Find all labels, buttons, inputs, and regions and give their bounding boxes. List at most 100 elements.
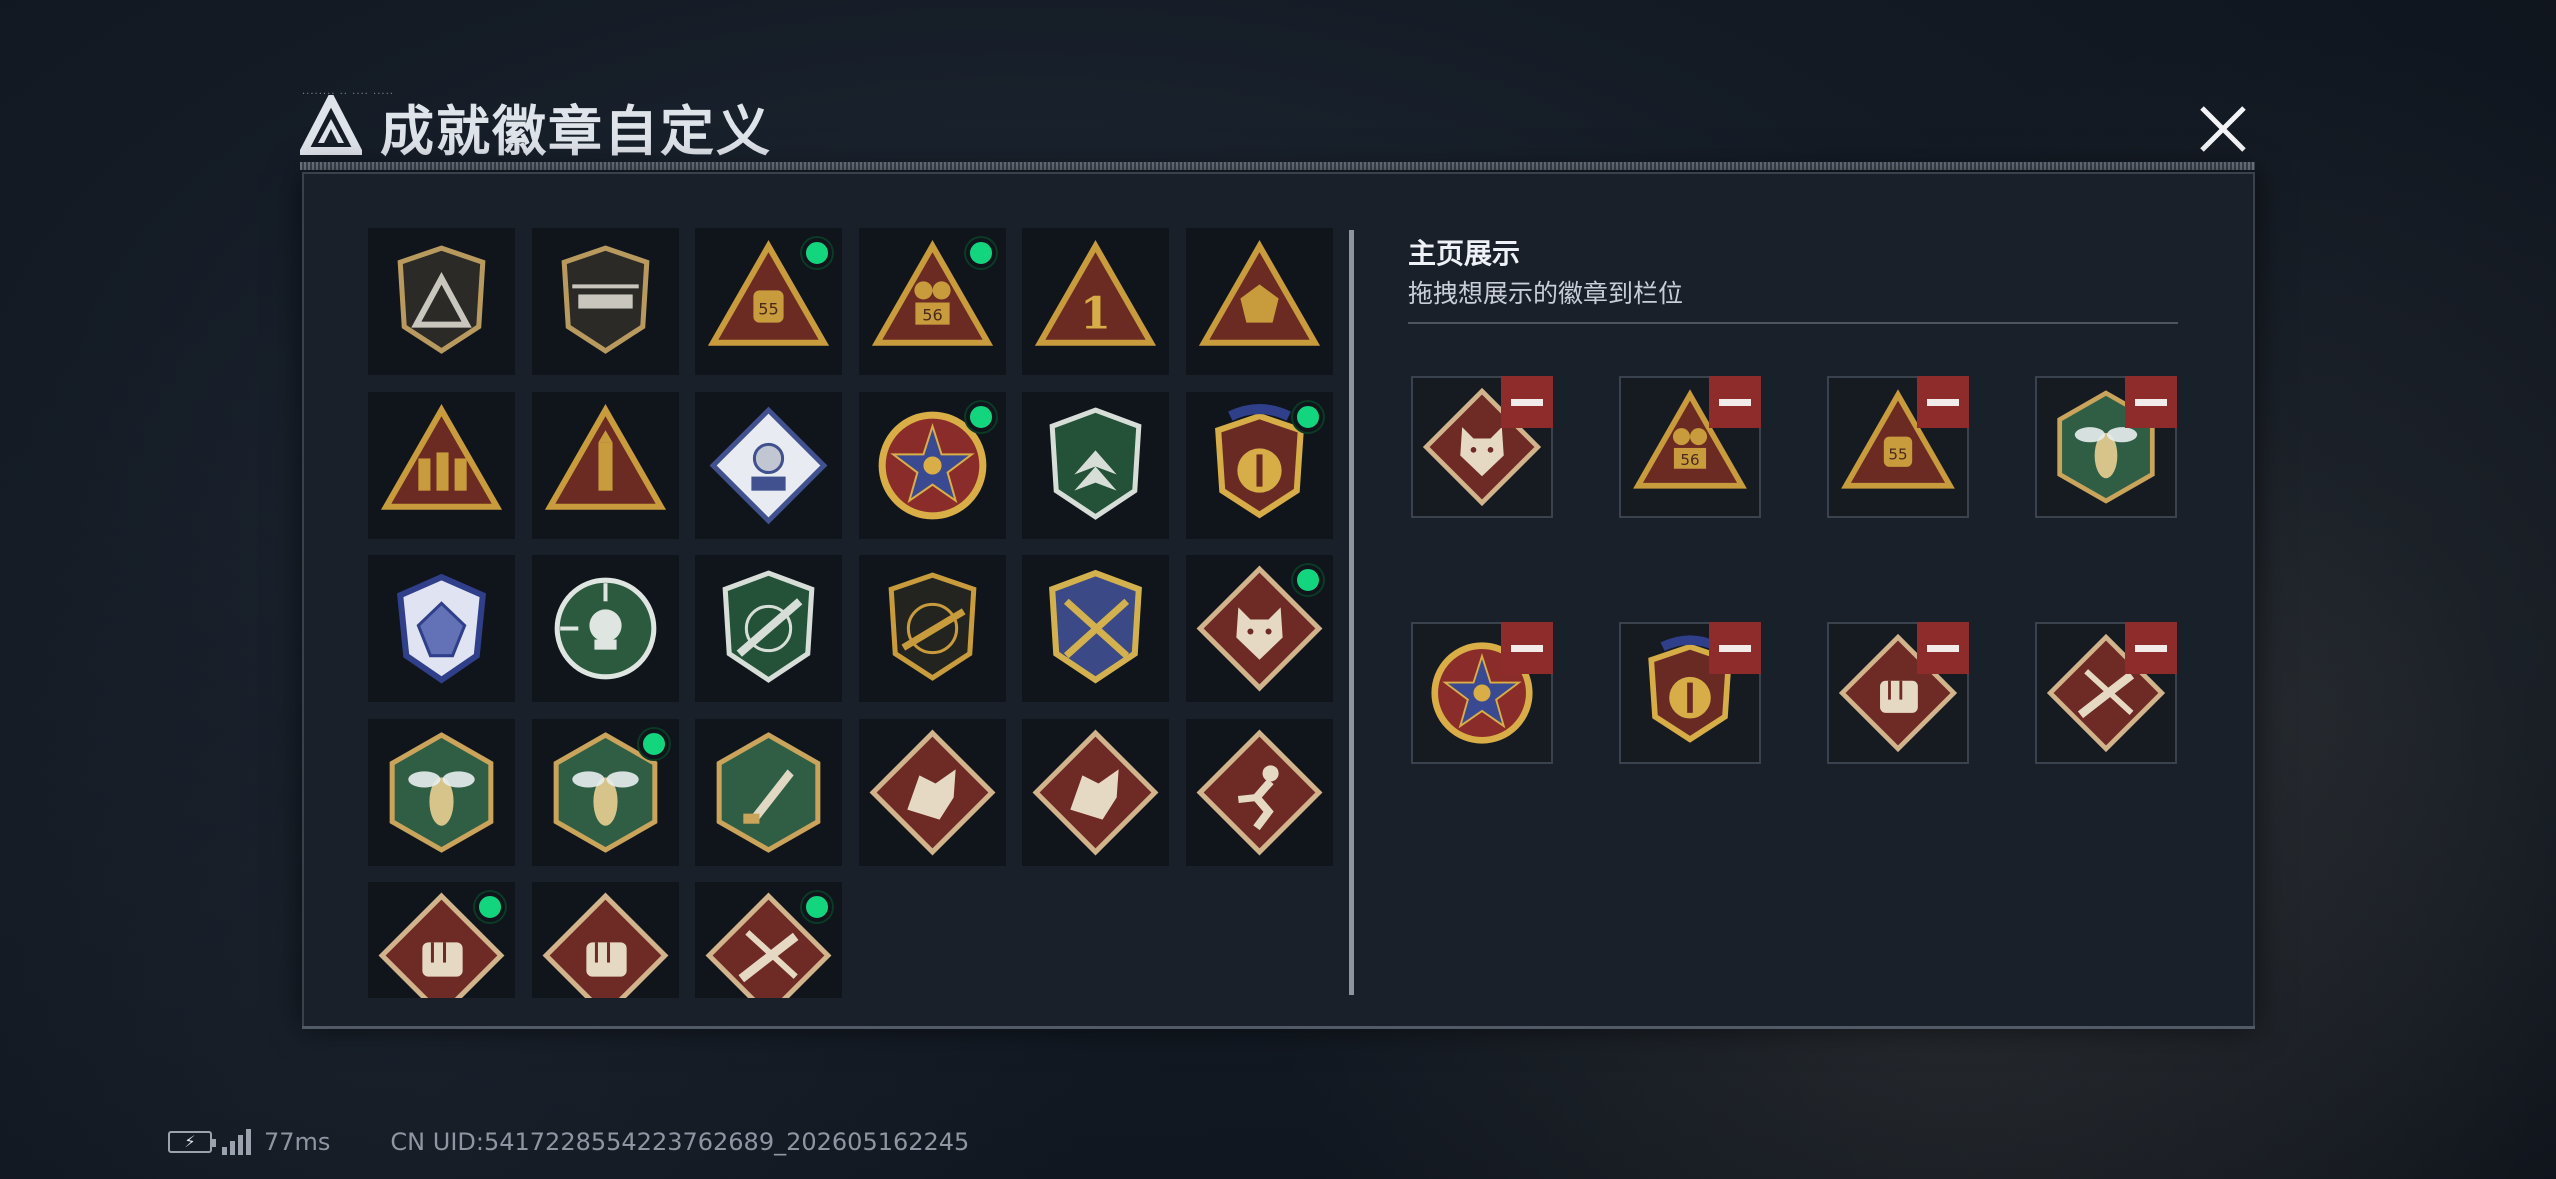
- remove-badge-button[interactable]: [1709, 376, 1761, 428]
- display-slot-2[interactable]: 56: [1619, 376, 1761, 518]
- badge-tile-dragon-badge[interactable]: [858, 718, 1006, 866]
- new-indicator-dot: [965, 238, 996, 268]
- badge-tile-dragon-badge-2[interactable]: [1022, 718, 1169, 866]
- badge-tile-runner-badge[interactable]: [1185, 718, 1333, 866]
- badge-tile-56-medal-badge[interactable]: 56: [858, 228, 1006, 375]
- badge-tile-rifle-crosshair-badge[interactable]: [695, 555, 842, 702]
- status-bar: ⚡ 77ms CN UID:5417228554223762689_202605…: [168, 1128, 969, 1156]
- minus-icon: [2135, 398, 2167, 406]
- minus-icon: [1927, 644, 1959, 652]
- badge-tile-rocket-badge[interactable]: [531, 391, 679, 539]
- badge-tile-silver-gear-badge[interactable]: [695, 391, 842, 539]
- sniper-rifle-badge-icon: [888, 572, 976, 681]
- minus-icon: [1719, 398, 1751, 406]
- remove-badge-button[interactable]: [2125, 622, 2177, 674]
- minus-icon: [1719, 644, 1751, 652]
- close-button[interactable]: [2192, 98, 2254, 160]
- soldiers-badge-icon: [380, 403, 503, 510]
- remove-badge-button[interactable]: [1501, 622, 1553, 674]
- badge-tile-helicopter-shield-badge[interactable]: [531, 228, 679, 375]
- battery-charging-icon: ⚡: [168, 1131, 216, 1153]
- number-1-badge-icon: 1: [1034, 240, 1157, 346]
- display-slot-8[interactable]: [2035, 622, 2177, 764]
- helicopter-shield-badge-icon: [561, 245, 649, 354]
- display-slot-5[interactable]: [1411, 622, 1553, 764]
- title-divider: [300, 162, 2255, 170]
- remove-badge-button[interactable]: [2125, 376, 2177, 428]
- badge-tile-hornet-badge-2[interactable]: [531, 718, 679, 866]
- badge-tile-soldiers-badge[interactable]: [368, 391, 515, 539]
- new-indicator-dot: [638, 728, 669, 759]
- display-slot-3[interactable]: 55: [1827, 376, 1969, 518]
- badge-tile-crossed-rifles-badge[interactable]: [1022, 555, 1169, 702]
- remove-badge-button[interactable]: [1709, 622, 1761, 674]
- remove-badge-button[interactable]: [1501, 376, 1553, 428]
- hornet-badge-icon: [389, 731, 494, 853]
- badge-tile-wolf-head-badge[interactable]: [1185, 555, 1333, 702]
- triangle-logo-shield-badge-icon: [397, 245, 486, 354]
- new-indicator-dot: [475, 892, 505, 922]
- green-chevron-badge-icon: [1049, 406, 1142, 520]
- rocket-badge-icon: [544, 403, 666, 510]
- remove-badge-button[interactable]: [1917, 622, 1969, 674]
- new-indicator-dot: [965, 401, 996, 432]
- skull-crosshair-badge-icon: [554, 577, 656, 680]
- svg-text:56: 56: [1680, 451, 1699, 469]
- display-slot-7[interactable]: [1827, 622, 1969, 764]
- new-indicator-dot: [1292, 565, 1323, 595]
- badge-tile-fist-badge-2[interactable]: [531, 882, 679, 998]
- close-x-icon: [2200, 106, 2246, 152]
- badge-tile-d20-dice-badge[interactable]: [1185, 228, 1333, 375]
- ping-text: 77ms: [264, 1128, 331, 1156]
- uid-text: CN UID:5417228554223762689_202605162245: [390, 1128, 970, 1156]
- blue-crystal-badge-icon: [396, 573, 487, 684]
- display-slot-6[interactable]: [1619, 622, 1761, 764]
- badge-tile-sniper-rifle-badge[interactable]: [858, 555, 1006, 702]
- minus-icon: [2135, 644, 2167, 652]
- minus-icon: [1927, 398, 1959, 406]
- rifle-crosshair-badge-icon: [722, 570, 815, 683]
- minus-icon: [1511, 644, 1543, 652]
- badge-tile-skull-crosshair-badge[interactable]: [531, 555, 679, 702]
- badge-tile-blue-ribbon-gold-badge[interactable]: [1185, 391, 1333, 539]
- badge-tile-55-medal-badge[interactable]: 55: [695, 228, 842, 375]
- new-indicator-dot: [802, 892, 832, 922]
- d20-dice-badge-icon: [1198, 240, 1320, 346]
- runner-badge-icon: [1196, 729, 1322, 855]
- badge-grid: 55 56 1: [368, 228, 1343, 998]
- display-section-title: 主页展示: [1408, 237, 1521, 270]
- svg-text:55: 55: [1888, 445, 1907, 463]
- knife-badge-icon: [716, 731, 821, 853]
- svg-text:55: 55: [758, 300, 778, 319]
- signal-bars-icon: [222, 1129, 254, 1155]
- dragon-badge-icon: [869, 729, 995, 855]
- svg-text:1: 1: [1080, 288, 1111, 340]
- badge-tile-star-compass-badge[interactable]: [858, 391, 1006, 539]
- triangle-logo-icon: [300, 95, 362, 155]
- minus-icon: [1511, 398, 1543, 406]
- fist-badge-2-icon: [542, 892, 668, 998]
- badge-tile-knife-badge[interactable]: [695, 718, 842, 866]
- display-divider: [1408, 322, 2178, 324]
- window-title-bar: 成就徽章自定义: [300, 86, 772, 166]
- display-section-subtitle: 拖拽想展示的徽章到栏位: [1408, 279, 1684, 308]
- badge-tile-triangle-logo-shield-badge[interactable]: [368, 228, 515, 375]
- new-indicator-dot: [802, 238, 832, 268]
- scrollbar-thumb[interactable]: [1349, 230, 1354, 995]
- badge-tile-hornet-badge[interactable]: [368, 718, 515, 866]
- badge-tile-number-1-badge[interactable]: 1: [1022, 228, 1169, 375]
- badge-tile-fist-badge[interactable]: [368, 882, 515, 998]
- silver-gear-badge-icon: [709, 406, 828, 524]
- svg-text:56: 56: [922, 306, 942, 325]
- badge-tile-crossed-knives-badge[interactable]: [695, 882, 842, 998]
- panel-bottom-border: [302, 1026, 2255, 1029]
- remove-badge-button[interactable]: [1917, 376, 1969, 428]
- display-slot-1[interactable]: [1411, 376, 1553, 518]
- page-title: 成就徽章自定义: [380, 99, 772, 163]
- display-slot-4[interactable]: [2035, 376, 2177, 518]
- new-indicator-dot: [1292, 401, 1323, 432]
- dragon-badge-2-icon: [1032, 729, 1159, 855]
- crossed-rifles-badge-icon: [1049, 569, 1142, 684]
- badge-tile-blue-crystal-badge[interactable]: [368, 555, 515, 702]
- badge-tile-green-chevron-badge[interactable]: [1022, 391, 1169, 539]
